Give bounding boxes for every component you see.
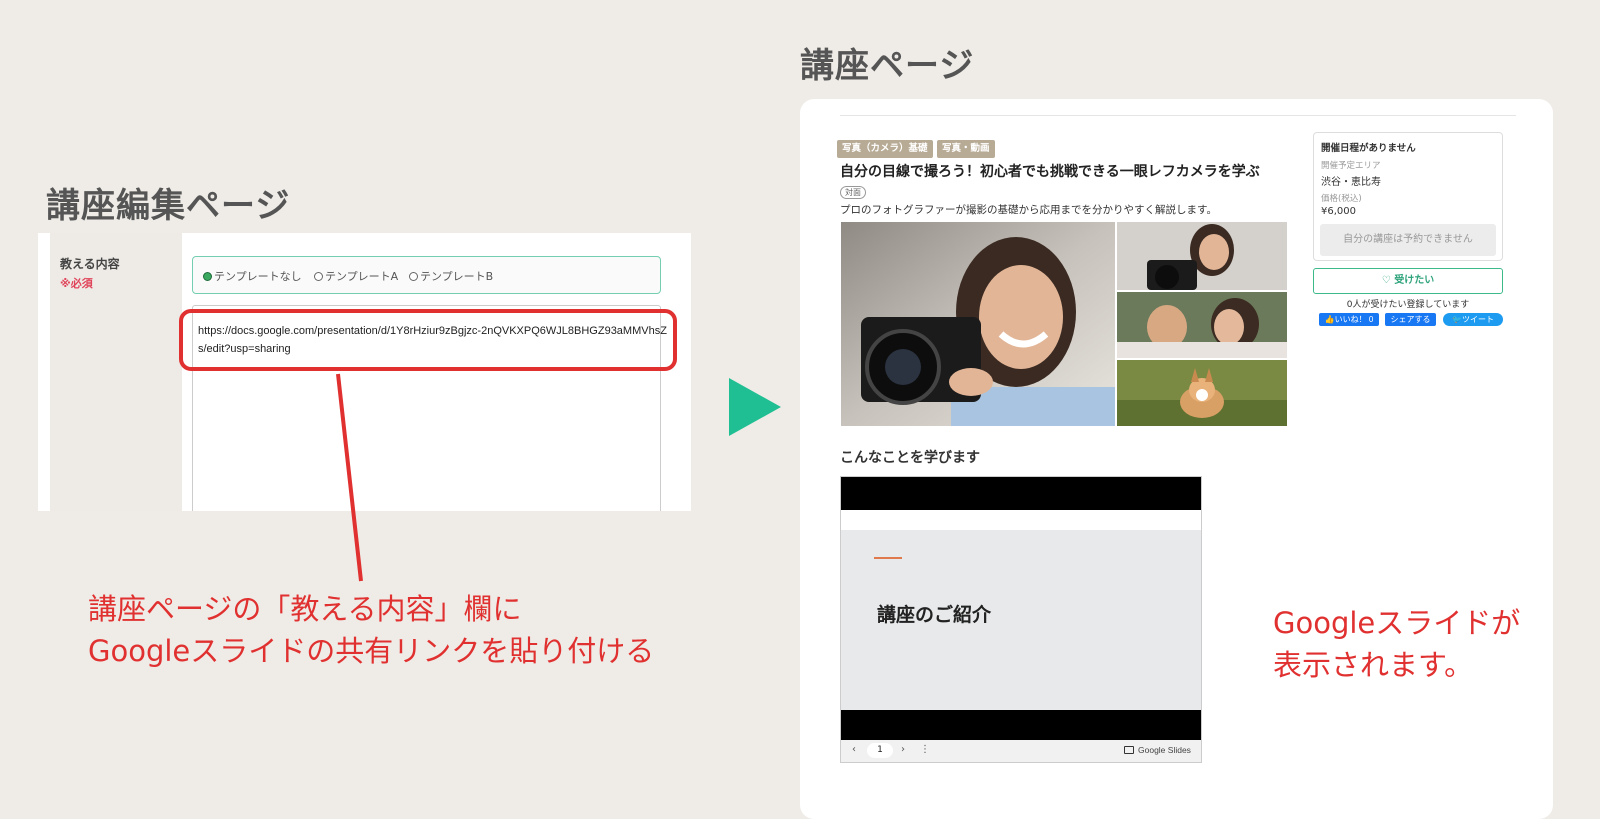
tweet-label: ツイート [1461,315,1494,324]
slide-top-strip [841,510,1201,530]
main-course-photo[interactable] [841,222,1115,426]
booking-panel: 開催日程がありません 開催予定エリア 渋谷・恵比寿 価格(税込) ¥6,000 … [1313,132,1503,261]
slide-accent-line [874,557,902,559]
tweet-button[interactable]: 🐦ツイート [1443,313,1503,326]
learn-section-title: こんなことを学びます [840,450,980,466]
radio-template-a[interactable]: テンプレートA [314,268,398,284]
format-badge: 対面 [840,186,866,199]
right-note-line2: 表示されます。 [1273,648,1474,682]
category-tag[interactable]: 写真（カメラ）基礎 [837,140,933,158]
template-radio-group: テンプレートなし テンプレートA テンプレートB [192,256,661,294]
want-button-label: 受けたい [1394,275,1435,286]
course-description: プロのフォトグラファーが撮影の基礎から応用までを分かりやすく解説します。 [840,204,1217,216]
facebook-like-button[interactable]: 👍いいね！ 0 [1319,313,1379,326]
left-note-line2: Googleスライドの共有リンクを貼り付ける [88,634,655,668]
google-slides-label: Google Slides [1138,745,1191,755]
twitter-bird-icon: 🐦 [1452,315,1462,324]
google-slides-embed[interactable]: 講座のご紹介 ‹ 1 › ⋮ Google Slides [840,476,1202,763]
radio-selected-icon[interactable] [203,271,212,281]
google-slides-link[interactable]: Google Slides [1124,745,1191,755]
slides-toolbar: ‹ 1 › ⋮ Google Slides [841,740,1201,762]
chevron-left-icon[interactable]: ‹ [852,744,856,755]
area-label: 開催予定エリア [1321,161,1381,171]
edit-form-panel: 教える内容 ※必須 テンプレートなし テンプレートA テンプレートB https… [38,233,691,511]
price-label: 価格(税込) [1321,194,1362,204]
radio-unselected-icon[interactable] [314,271,323,281]
course-photo-camera[interactable] [1117,222,1287,290]
want-to-take-button[interactable]: ♡ 受けたい [1313,268,1503,294]
no-schedule-text: 開催日程がありません [1321,143,1416,154]
right-note-line1: Googleスライドが [1273,606,1521,640]
course-title: 自分の目線で撮ろう！初心者でも挑戦できる一眼レフカメラを学ぶ [840,164,1260,180]
chevron-right-icon[interactable]: › [901,744,905,755]
google-slides-icon [1124,746,1134,754]
thumbs-up-icon: 👍 [1324,315,1335,324]
course-page-heading: 講座ページ [800,46,975,86]
area-value: 渋谷・恵比寿 [1321,177,1381,188]
radio-template-none[interactable]: テンプレートなし [203,268,302,284]
course-photo-dog[interactable] [1117,360,1287,426]
play-triangle-icon [729,378,781,436]
required-marker: ※必須 [60,277,93,290]
radio-template-b[interactable]: テンプレートB [409,268,493,284]
price-value: ¥6,000 [1321,206,1356,217]
facebook-share-button[interactable]: シェアする [1385,313,1436,326]
course-page-card: 写真（カメラ）基礎 写真・動画 自分の目線で撮ろう！初心者でも挑戦できる一眼レフ… [800,99,1553,819]
want-count-text: 0人が受けたい登録しています [1346,300,1470,310]
radio-label: テンプレートB [420,270,494,283]
radio-label: テンプレートなし [214,270,302,283]
slide-title: 講座のご紹介 [877,604,992,626]
left-note-line1: 講座ページの「教える内容」欄に [88,592,522,626]
reserve-button-disabled[interactable]: 自分の講座は予約できません [1320,224,1496,256]
radio-unselected-icon[interactable] [409,271,418,281]
slide-canvas[interactable]: 講座のご紹介 [841,530,1201,710]
more-options-icon[interactable]: ⋮ [920,744,930,755]
divider [840,115,1516,116]
category-tag[interactable]: 写真・動画 [937,140,995,158]
edit-page-heading: 講座編集ページ [46,186,291,226]
slide-page-number[interactable]: 1 [867,743,893,758]
radio-label: テンプレートA [325,270,399,283]
left-instruction-note: 講座ページの「教える内容」欄に Googleスライドの共有リンクを貼り付ける [88,588,654,672]
right-instruction-note: Googleスライドが 表示されます。 [1273,602,1520,686]
like-label: いいね！ 0 [1334,315,1374,324]
field-label-teaching-content: 教える内容 [60,257,120,271]
url-highlight-box [179,309,677,371]
course-photo-family[interactable] [1117,292,1287,358]
heart-icon: ♡ [1381,275,1391,286]
